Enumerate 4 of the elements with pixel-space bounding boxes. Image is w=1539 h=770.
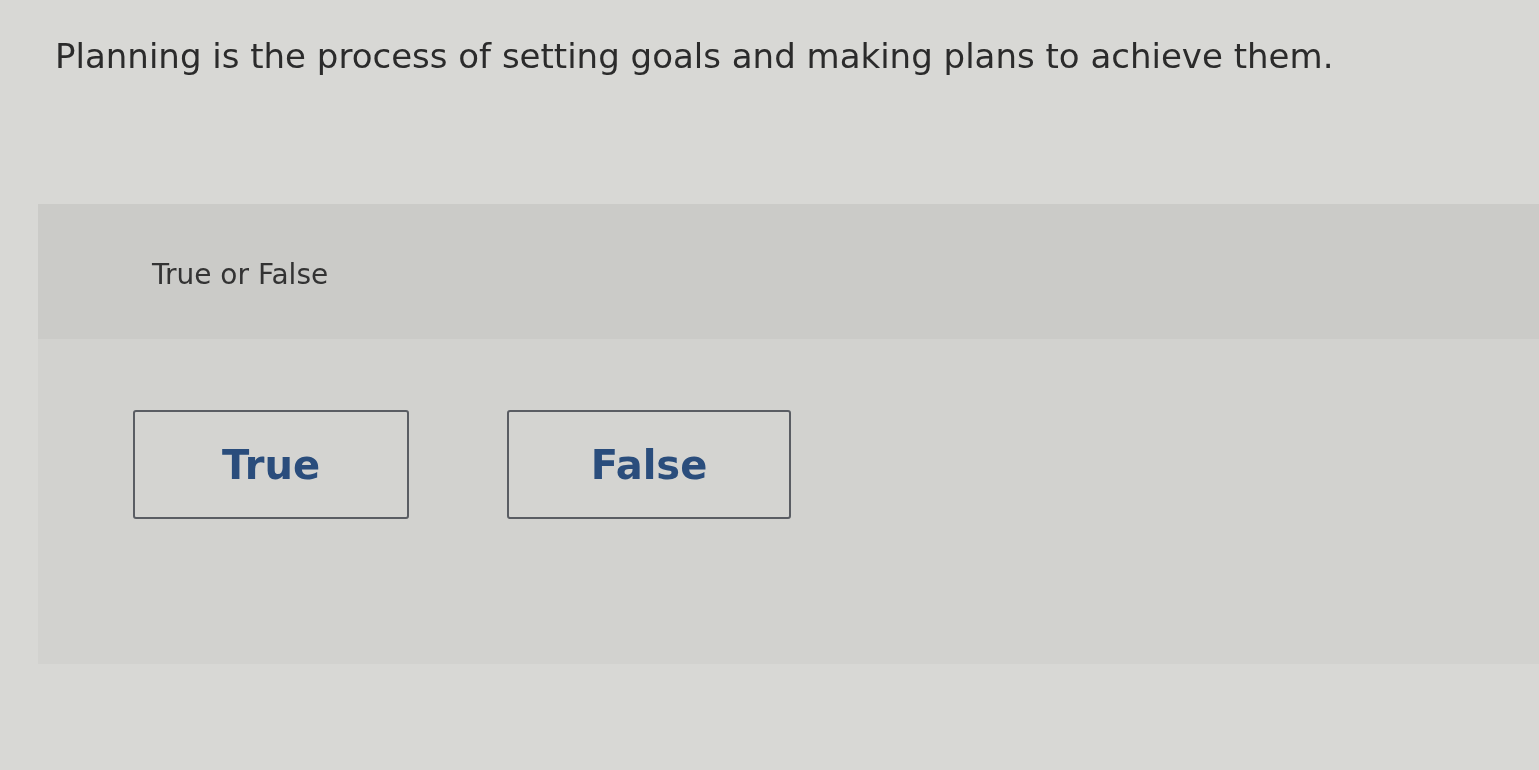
question-text: Planning is the process of setting goals and making plans to achieve them.	[55, 35, 1334, 78]
prompt-text: True or False	[152, 258, 329, 291]
answer-option-button[interactable]: True	[133, 410, 409, 519]
answer-option-button[interactable]: False	[507, 410, 791, 519]
